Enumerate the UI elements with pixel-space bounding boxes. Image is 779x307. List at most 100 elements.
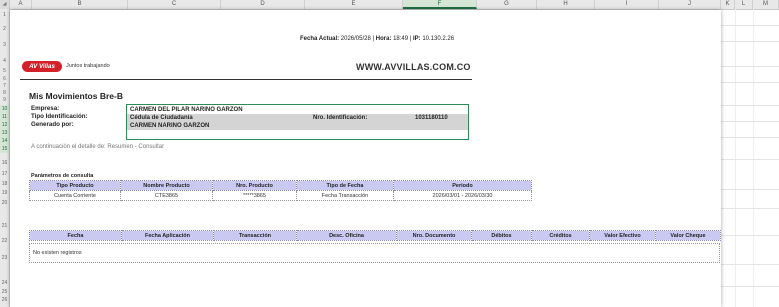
params-cell[interactable]: Fecha Transacción	[296, 190, 394, 201]
gridline	[721, 189, 779, 190]
column-header[interactable]: G	[477, 0, 537, 9]
row-header[interactable]: 1	[0, 11, 9, 19]
report-title: Mis Movimientos Bre-B	[29, 91, 123, 101]
row-header-selected[interactable]: 14	[0, 137, 9, 145]
tipo-id-row: Cédula de Ciudadanía Nro. Identificación…	[127, 114, 468, 122]
column-header[interactable]: C	[128, 0, 221, 9]
row-header[interactable]: 21	[0, 222, 9, 230]
selected-cell-range[interactable]: CARMEN DEL PILAR NARINO GARZON Cédula de…	[126, 104, 469, 140]
row-header[interactable]: 5	[0, 67, 9, 75]
movements-header-cell: Fecha Aplicación	[121, 230, 214, 241]
column-header[interactable]: H	[537, 0, 595, 9]
column-header[interactable]: I	[595, 0, 659, 9]
empresa-row: CARMEN DEL PILAR NARINO GARZON	[127, 106, 468, 114]
row-header[interactable]: 24	[0, 279, 9, 287]
gridline	[721, 121, 779, 122]
generado-por-label: Generado por:	[31, 121, 74, 128]
nro-id-value: 1031180110	[415, 115, 448, 121]
movements-header-cell: Nro. Documento	[396, 230, 472, 241]
row-header[interactable]: 4	[0, 57, 9, 65]
column-header-bar: ◢ A B C D E F G H I J K L M	[0, 0, 779, 10]
gridline	[721, 159, 779, 160]
row-header[interactable]: 3	[0, 41, 9, 49]
row-header[interactable]: 22	[0, 237, 9, 245]
row-header[interactable]: 2	[0, 25, 9, 33]
movements-empty-row[interactable]: No existen registros	[29, 243, 720, 263]
gridline	[721, 235, 779, 236]
gridline	[721, 208, 779, 209]
tipo-id-value: Cédula de Ciudadanía	[130, 115, 193, 121]
params-cell[interactable]: 2026/03/01 - 2026/03/30	[393, 190, 532, 201]
header-info-line: Fecha Actual: 2026/05/28 | Hora: 18:49 |…	[300, 36, 454, 42]
column-header[interactable]: J	[659, 0, 721, 9]
ip-value: 10.130.2.26	[422, 36, 455, 42]
gridline	[721, 264, 779, 265]
gridline	[721, 105, 779, 106]
gridline	[721, 41, 779, 42]
row-header-selected[interactable]: 11	[0, 113, 9, 121]
row-header[interactable]: 18	[0, 180, 9, 188]
params-value-row: Cuenta Corriente CTE3865 *****3865 Fecha…	[29, 190, 532, 201]
params-header-cell: Periodo	[393, 180, 532, 191]
empresa-label: Empresa:	[31, 105, 60, 112]
column-header[interactable]: E	[305, 0, 403, 9]
movements-header-cell: Valor Cheque	[655, 230, 721, 241]
row-header-selected[interactable]: 12	[0, 121, 9, 129]
row-header[interactable]: 19	[0, 189, 9, 197]
params-label: Parámetros de consulta	[31, 173, 94, 179]
fecha-value: 2026/05/28	[340, 36, 371, 42]
movements-header-cell: Débitos	[471, 230, 532, 241]
row-header[interactable]: 20	[0, 199, 9, 207]
params-cell[interactable]: *****3865	[212, 190, 297, 201]
fecha-label: Fecha Actual:	[300, 36, 340, 42]
column-header-selected[interactable]: F	[403, 0, 477, 9]
tipo-identificacion-label: Tipo Identificación:	[31, 113, 88, 120]
select-all-corner[interactable]: ◢	[0, 0, 10, 9]
generado-row: CARMEN NARINO GARZON	[127, 122, 468, 130]
row-header-selected[interactable]: 15	[0, 145, 9, 153]
params-header-cell: Nro. Producto	[212, 180, 297, 191]
params-header-cell: Nombre Producto	[120, 180, 213, 191]
gridline	[721, 286, 779, 287]
column-header[interactable]: K	[721, 0, 735, 9]
row-header-selected[interactable]: 13	[0, 129, 9, 137]
gridline	[735, 9, 736, 307]
row-header[interactable]: 9	[0, 96, 9, 104]
column-header[interactable]: A	[10, 0, 32, 9]
params-cell[interactable]: Cuenta Corriente	[29, 190, 121, 201]
empresa-value: CARMEN DEL PILAR NARINO GARZON	[130, 107, 243, 113]
row-header-bar: 1 2 3 4 5 6 7 8 9 10 11 12 13 14 15 16 1…	[0, 9, 10, 307]
row-header[interactable]: 26	[0, 296, 9, 304]
website-label: WWW.AVVILLAS.COM.CO	[356, 62, 471, 72]
params-table: Tipo Producto Nombre Producto Nro. Produ…	[29, 180, 532, 201]
spreadsheet-window: ◢ A B C D E F G H I J K L M 1 2 3 4 5 6 …	[0, 0, 779, 307]
column-header[interactable]: M	[753, 0, 779, 9]
nro-id-label: Nro. Identificación:	[313, 115, 368, 121]
separator: |	[372, 36, 375, 42]
ip-label: IP:	[413, 36, 421, 42]
movements-header-cell: Valor Efectivo	[589, 230, 656, 241]
generado-value: CARMEN NARINO GARZON	[130, 123, 210, 129]
detail-caption: A continuación el detalle de: Resumen - …	[31, 144, 165, 150]
movements-header-cell: Transacción	[213, 230, 297, 241]
params-header-cell: Tipo Producto	[29, 180, 121, 191]
movements-header-cell: Créditos	[531, 230, 590, 241]
empty-message: No existen registros	[33, 250, 82, 256]
column-header[interactable]: B	[32, 0, 128, 9]
movements-table: Fecha Fecha Aplicación Transacción Desc.…	[29, 230, 721, 241]
row-header[interactable]: 17	[0, 170, 9, 178]
row-header[interactable]: 25	[0, 288, 9, 296]
column-header[interactable]: D	[221, 0, 305, 9]
params-header-cell: Tipo de Fecha	[296, 180, 394, 191]
row-header-selected[interactable]: 10	[0, 105, 9, 113]
params-cell[interactable]: CTE3865	[120, 190, 213, 201]
row-header[interactable]: 23	[0, 254, 9, 262]
movements-header-cell: Desc. Oficina	[296, 230, 397, 241]
av-villas-logo: AV Villas	[22, 61, 62, 72]
row-header[interactable]: 16	[0, 159, 9, 167]
separator: |	[409, 36, 412, 42]
movements-header-row: Fecha Fecha Aplicación Transacción Desc.…	[29, 230, 721, 241]
gridline	[721, 25, 779, 26]
column-header[interactable]: L	[735, 0, 753, 9]
header-divider	[20, 79, 472, 80]
